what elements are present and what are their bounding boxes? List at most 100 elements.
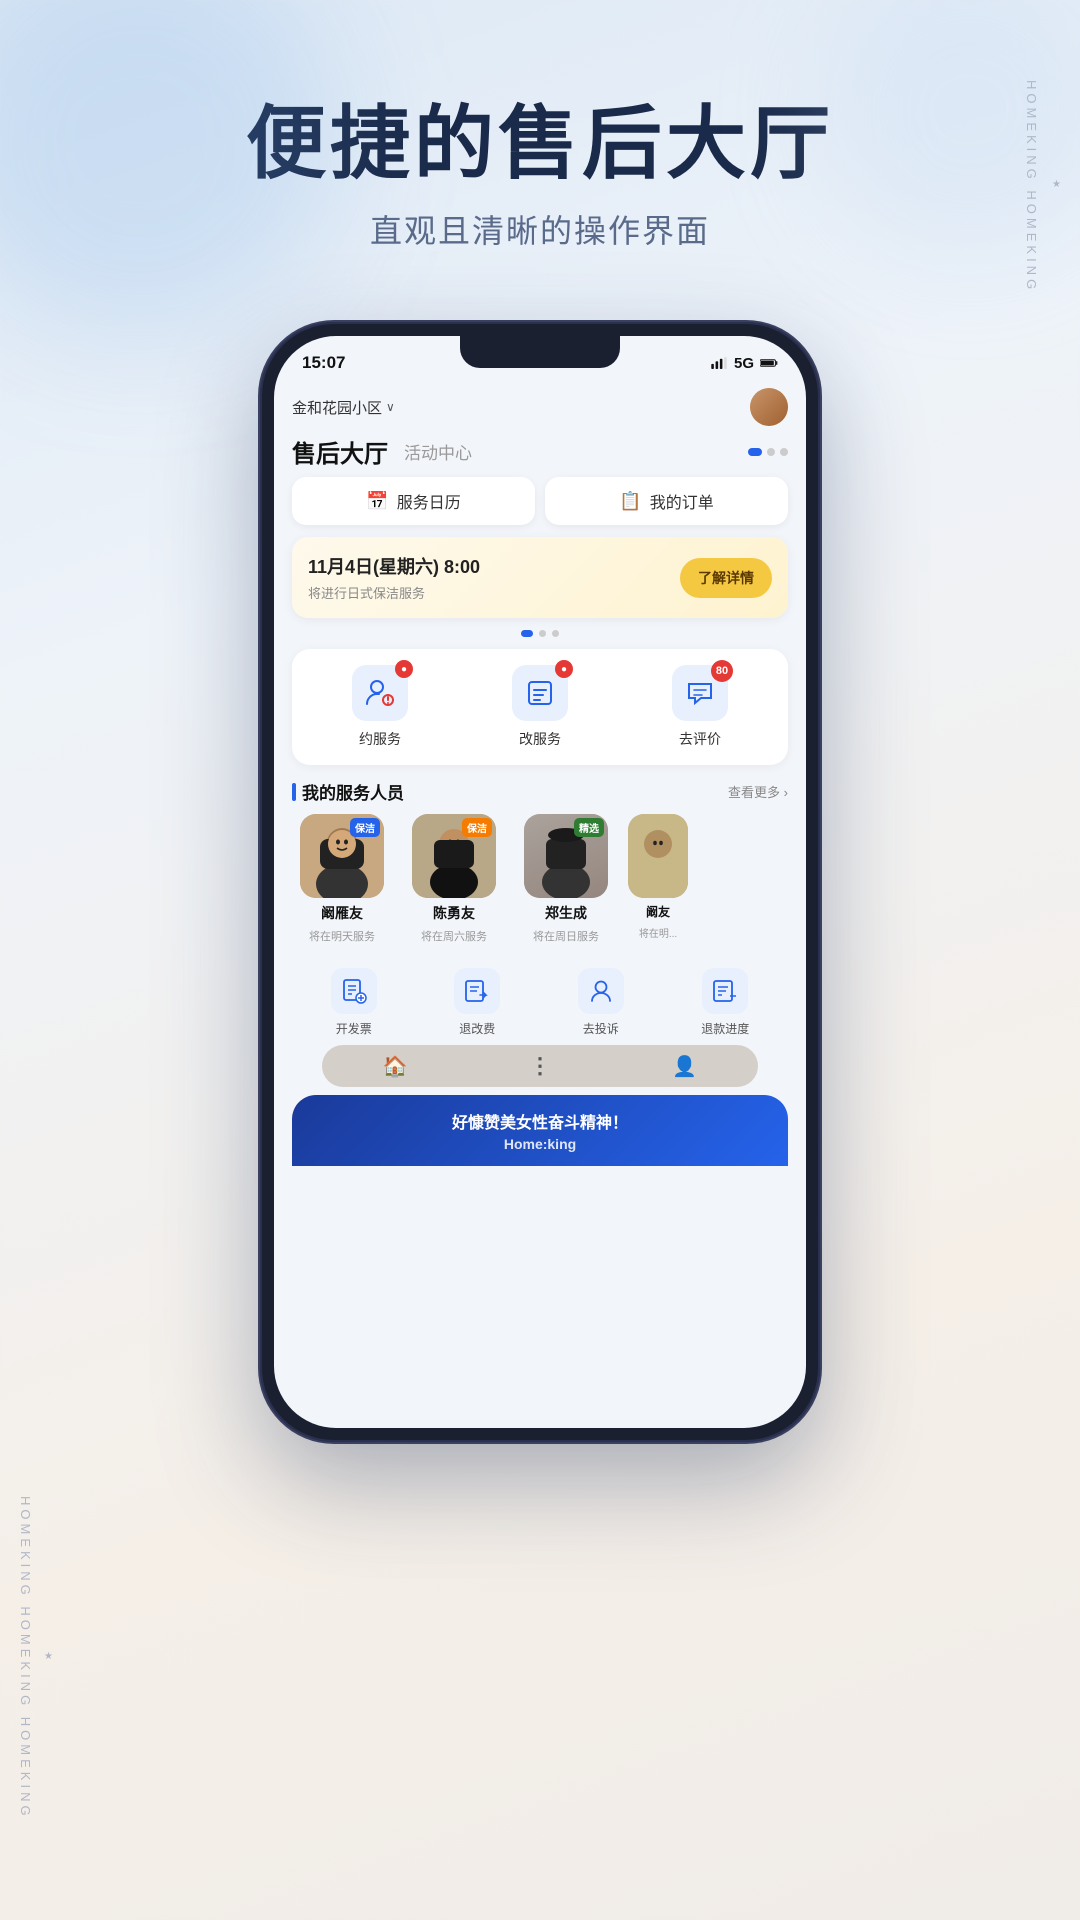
tab-menu[interactable]: ⋮ <box>529 1053 551 1079</box>
service-calendar-label: 服务日历 <box>397 489 461 513</box>
card-dots <box>292 630 788 637</box>
review-service-label: 去评价 <box>679 729 721 749</box>
menu-tab-icon: ⋮ <box>529 1053 551 1079</box>
change-service-icon <box>525 678 555 708</box>
invoice-label: 开发票 <box>336 1020 372 1037</box>
my-orders-btn[interactable]: 📋 我的订单 <box>545 477 788 525</box>
bottom-tools: 开发票 退改费 <box>292 958 788 1045</box>
section-title-sub: 活动中心 <box>404 439 472 464</box>
my-orders-label: 我的订单 <box>650 489 714 513</box>
banner-subtitle: Home:king <box>292 1136 788 1152</box>
detail-button[interactable]: 了解详情 <box>680 558 772 598</box>
calendar-info: 11月4日(星期六) 8:00 将进行日式保洁服务 <box>308 553 480 602</box>
staff-name-4: 阚友 <box>646 903 670 920</box>
book-service-label: 约服务 <box>359 729 401 749</box>
dots-indicator <box>748 448 788 456</box>
dot-1 <box>748 448 762 456</box>
complaint-icon-wrap <box>578 968 624 1014</box>
staff-schedule-4: 将在明... <box>639 925 677 940</box>
refund-progress-label: 退款进度 <box>701 1020 749 1037</box>
orders-icon: 📋 <box>619 491 641 512</box>
calendar-card[interactable]: 11月4日(星期六) 8:00 将进行日式保洁服务 了解详情 <box>292 537 788 618</box>
invoice-icon <box>341 978 367 1004</box>
staff-name-1: 阚雁友 <box>321 903 363 923</box>
avatar-image <box>750 388 788 426</box>
staff-card-2[interactable]: 保洁 陈勇友 将在周六服务 <box>404 814 504 944</box>
staff-section-more[interactable]: 查看更多 › <box>728 782 788 801</box>
staff-card-1[interactable]: 保洁 阚雁友 将在明天服务 <box>292 814 392 944</box>
staff-card-3[interactable]: 精选 郑生成 将在周日服务 <box>516 814 616 944</box>
refund-progress-icon <box>712 978 738 1004</box>
tab-home[interactable]: 🏠 <box>383 1054 408 1079</box>
app-content: 金和花园小区 ∨ 售后大厅 活动中心 <box>274 380 806 1428</box>
staff-card-4[interactable]: 阚友 将在明... <box>628 814 688 944</box>
user-avatar[interactable] <box>750 388 788 426</box>
phone-frame: 15:07 5G <box>260 322 820 1442</box>
refund-change-icon-wrap <box>454 968 500 1014</box>
card-dot-2 <box>539 630 546 637</box>
staff-schedule-2: 将在周六服务 <box>421 928 487 944</box>
review-service-item[interactable]: 80 去评价 <box>672 665 728 749</box>
staff-avatar-3: 精选 <box>524 814 608 898</box>
staff-schedule-3: 将在周日服务 <box>533 928 599 944</box>
review-service-icon-wrap: 80 <box>672 665 728 721</box>
staff-tag-1: 保洁 <box>350 818 380 837</box>
staff-avatar-2: 保洁 <box>412 814 496 898</box>
banner-title: 好慷赞美女性奋斗精神！ <box>292 1109 788 1133</box>
community-name: 金和花园小区 <box>292 397 382 418</box>
calendar-date: 11月4日(星期六) 8:00 <box>308 553 480 579</box>
bottom-banner: 好慷赞美女性奋斗精神！ Home:king <box>292 1095 788 1166</box>
tab-profile[interactable]: 👤 <box>672 1054 697 1079</box>
location-text[interactable]: 金和花园小区 ∨ <box>292 397 395 418</box>
staff-avatar-1: 保洁 <box>300 814 384 898</box>
service-icons-row: ● 约服务 ● <box>292 649 788 765</box>
refund-change-label: 退改费 <box>459 1020 495 1037</box>
staff-section-title: 我的服务人员 <box>292 779 404 804</box>
review-service-badge: 80 <box>711 660 733 682</box>
refund-progress-tool[interactable]: 退款进度 <box>701 968 749 1037</box>
card-dot-1 <box>521 630 533 637</box>
side-text-left: ★ HOMEKING HOMEKING HOMEKING <box>18 1496 54 1820</box>
staff-tag-2: 保洁 <box>462 818 492 837</box>
calendar-desc: 将进行日式保洁服务 <box>308 583 480 602</box>
change-service-label: 改服务 <box>519 729 561 749</box>
book-service-badge: ● <box>395 660 413 678</box>
quick-actions: 📅 服务日历 📋 我的订单 <box>292 477 788 525</box>
status-icons: 5G <box>710 355 778 372</box>
location-arrow-icon: ∨ <box>386 400 395 414</box>
change-service-item[interactable]: ● 改服务 <box>512 665 568 749</box>
refund-change-tool[interactable]: 退改费 <box>454 968 500 1037</box>
change-service-badge: ● <box>555 660 573 678</box>
book-service-icon-wrap: ● <box>352 665 408 721</box>
profile-tab-icon: 👤 <box>672 1054 697 1079</box>
staff-row: 保洁 阚雁友 将在明天服务 <box>292 814 788 944</box>
side-text-right: ★ HOMEKING HOMEKING <box>1024 80 1062 293</box>
section-title-row: 售后大厅 活动中心 <box>292 430 788 477</box>
status-time: 15:07 <box>302 353 345 373</box>
complaint-label: 去投诉 <box>583 1020 619 1037</box>
book-service-icon <box>365 678 395 708</box>
change-service-icon-wrap: ● <box>512 665 568 721</box>
staff-schedule-1: 将在明天服务 <box>309 928 375 944</box>
invoice-tool[interactable]: 开发票 <box>331 968 377 1037</box>
dot-2 <box>767 448 775 456</box>
location-bar[interactable]: 金和花园小区 ∨ <box>292 380 788 430</box>
signal-icon <box>710 357 728 369</box>
dot-3 <box>780 448 788 456</box>
staff-avatar-4 <box>628 814 688 898</box>
refund-change-icon <box>464 978 490 1004</box>
book-service-item[interactable]: ● 约服务 <box>352 665 408 749</box>
complaint-icon <box>588 978 614 1004</box>
calendar-icon: 📅 <box>366 491 388 512</box>
staff-name-3: 郑生成 <box>545 903 587 923</box>
home-tab-icon: 🏠 <box>383 1054 408 1079</box>
phone-notch <box>460 336 620 368</box>
staff-person-4-svg <box>628 814 688 898</box>
complaint-tool[interactable]: 去投诉 <box>578 968 624 1037</box>
invoice-icon-wrap <box>331 968 377 1014</box>
card-dot-3 <box>552 630 559 637</box>
network-type: 5G <box>734 355 754 372</box>
staff-tag-3: 精选 <box>574 818 604 837</box>
refund-progress-icon-wrap <box>702 968 748 1014</box>
service-calendar-btn[interactable]: 📅 服务日历 <box>292 477 535 525</box>
